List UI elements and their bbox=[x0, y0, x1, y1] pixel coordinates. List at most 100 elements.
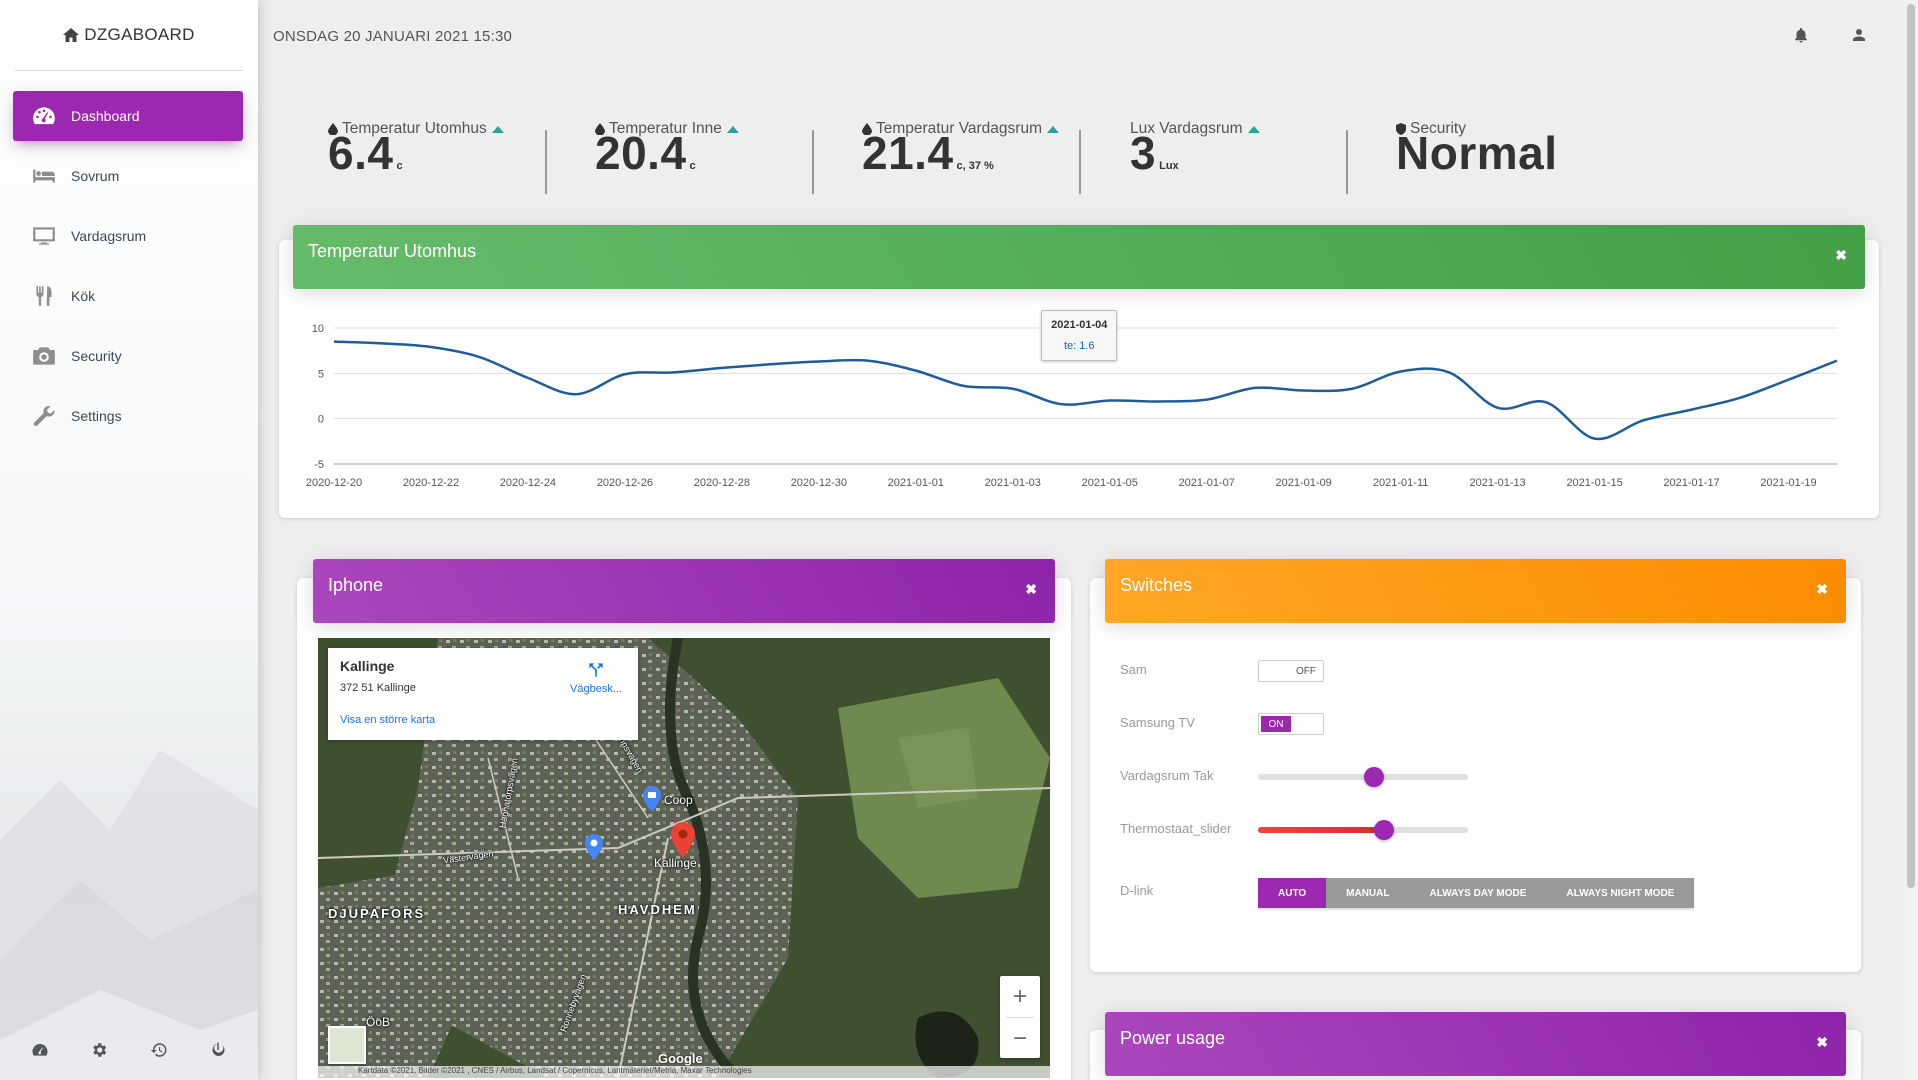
close-icon[interactable]: ✖ bbox=[1025, 581, 1037, 598]
y-tick-label: 0 bbox=[318, 414, 324, 426]
x-tick-label: 2020-12-26 bbox=[597, 477, 653, 489]
tooltip-date: 2021-01-04 bbox=[1051, 319, 1108, 331]
thermostaat-slider[interactable] bbox=[1258, 820, 1468, 840]
map-label-djupafors: DJUPAFORS bbox=[328, 906, 426, 921]
map-type-toggle[interactable] bbox=[328, 1026, 366, 1064]
sidebar-item-label: Vardagsrum bbox=[71, 228, 147, 244]
page-scrollbar[interactable] bbox=[1904, 0, 1918, 1080]
stat-unit: c bbox=[689, 160, 696, 172]
trend-up-icon bbox=[726, 125, 739, 133]
history-icon[interactable] bbox=[150, 1041, 168, 1059]
stat-value: 20.4 bbox=[595, 127, 687, 179]
sidebar-item-settings[interactable]: Settings bbox=[13, 391, 243, 441]
brand[interactable]: DZGABOARD bbox=[0, 0, 258, 70]
sidebar-nav: Dashboard Sovrum Vardagsrum Kök Security… bbox=[0, 91, 258, 441]
x-tick-label: 2020-12-20 bbox=[306, 477, 362, 489]
card-title: Power usage bbox=[1120, 1028, 1226, 1048]
stat-divider bbox=[1079, 130, 1081, 194]
stat-divider bbox=[1346, 130, 1348, 194]
slider-thumb[interactable] bbox=[1374, 820, 1394, 840]
samsung-tv-toggle[interactable]: ON bbox=[1258, 713, 1324, 735]
mode-day-button[interactable]: ALWAYS DAY MODE bbox=[1409, 878, 1547, 908]
zoom-out-button[interactable]: − bbox=[1000, 1018, 1040, 1059]
sam-toggle[interactable]: OFF bbox=[1258, 660, 1324, 682]
mode-manual-button[interactable]: MANUAL bbox=[1326, 878, 1410, 908]
slider-thumb[interactable] bbox=[1363, 767, 1384, 787]
directions-button[interactable]: Vägbesk... bbox=[570, 660, 622, 695]
vardagsrum-tak-slider[interactable] bbox=[1258, 767, 1468, 787]
sidebar-item-label: Dashboard bbox=[71, 108, 140, 124]
dashboard-icon bbox=[29, 101, 59, 131]
x-tick-label: 2021-01-15 bbox=[1566, 477, 1622, 489]
stat-temperatur-vardagsrum: Temperatur Vardagsrum 21.4 c, 37 % bbox=[862, 120, 1059, 176]
toggle-state: ON bbox=[1261, 716, 1291, 732]
x-tick-label: 2021-01-13 bbox=[1469, 477, 1525, 489]
stat-unit: c, 37 % bbox=[956, 160, 994, 172]
cutlery-icon bbox=[29, 281, 59, 311]
switches-card-header: Switches ✖ bbox=[1105, 559, 1846, 623]
dashboard-icon[interactable] bbox=[31, 1041, 49, 1059]
larger-map-link[interactable]: Visa en större karta bbox=[340, 714, 626, 726]
switches-card: Sam OFF Samsung TV ON Vardagsrum Tak The… bbox=[1090, 578, 1861, 972]
current-datetime: ONSDAG 20 JANUARI 2021 15:30 bbox=[273, 28, 513, 45]
x-tick-label: 2021-01-05 bbox=[1082, 477, 1138, 489]
switch-label: Thermostaat_slider bbox=[1120, 821, 1232, 836]
stat-unit: Lux bbox=[1159, 160, 1179, 172]
map-label-havdhem: HAVDHEM bbox=[618, 902, 697, 917]
monitor-icon bbox=[29, 221, 59, 251]
power-card-header: Power usage ✖ bbox=[1105, 1012, 1846, 1076]
shopping-pin-icon[interactable] bbox=[642, 786, 662, 812]
chart-tooltip: 2021-01-04 te: 1.6 bbox=[1041, 310, 1118, 361]
stat-lux-vardagsrum: Lux Vardagsrum 3 Lux bbox=[1130, 120, 1260, 176]
stat-temperatur-inne: Temperatur Inne 20.4 c bbox=[595, 120, 739, 176]
sidebar: DZGABOARD Dashboard Sovrum Vardagsrum Kö… bbox=[0, 0, 258, 1080]
map-marker-icon[interactable] bbox=[670, 822, 696, 858]
zoom-in-button[interactable]: + bbox=[1000, 976, 1040, 1017]
mode-night-button[interactable]: ALWAYS NIGHT MODE bbox=[1546, 878, 1695, 908]
mode-auto-button[interactable]: AUTO bbox=[1258, 878, 1327, 908]
user-icon[interactable] bbox=[1850, 26, 1868, 44]
x-tick-label: 2021-01-07 bbox=[1179, 477, 1235, 489]
map-label-coop: Coop bbox=[664, 793, 693, 807]
home-icon bbox=[63, 28, 80, 42]
map[interactable]: Coop Kallinge HAVDHEM DJUPAFORS Västervä… bbox=[318, 638, 1050, 1078]
brand-divider bbox=[15, 70, 243, 71]
x-tick-label: 2021-01-17 bbox=[1663, 477, 1719, 489]
map-info-popup: Kallinge 372 51 Kallinge Visa en större … bbox=[328, 648, 638, 740]
sidebar-item-kok[interactable]: Kök bbox=[13, 271, 243, 321]
scrollbar-thumb[interactable] bbox=[1907, 4, 1915, 888]
location-pin-icon[interactable] bbox=[584, 834, 604, 860]
x-tick-label: 2020-12-30 bbox=[791, 477, 847, 489]
sidebar-item-vardagsrum[interactable]: Vardagsrum bbox=[13, 211, 243, 261]
sidebar-item-sovrum[interactable]: Sovrum bbox=[13, 151, 243, 201]
switch-label: Sam bbox=[1120, 662, 1147, 677]
close-icon[interactable]: ✖ bbox=[1835, 247, 1847, 264]
card-title: Iphone bbox=[328, 575, 384, 595]
sidebar-item-label: Kök bbox=[71, 288, 96, 304]
trend-up-icon bbox=[1046, 125, 1059, 133]
tooltip-value: te: 1.6 bbox=[1063, 340, 1095, 352]
trend-up-icon bbox=[1247, 125, 1260, 133]
x-tick-label: 2021-01-03 bbox=[985, 477, 1041, 489]
power-icon[interactable] bbox=[209, 1041, 227, 1059]
toggle-state: OFF bbox=[1291, 663, 1321, 679]
close-icon[interactable]: ✖ bbox=[1816, 1034, 1828, 1051]
bell-icon[interactable] bbox=[1792, 26, 1810, 44]
sidebar-item-dashboard[interactable]: Dashboard bbox=[13, 91, 243, 141]
directions-icon bbox=[589, 663, 603, 677]
sidebar-item-security[interactable]: Security bbox=[13, 331, 243, 381]
gear-icon[interactable] bbox=[90, 1041, 108, 1059]
dlink-mode-buttons: AUTO MANUAL ALWAYS DAY MODE ALWAYS NIGHT… bbox=[1258, 878, 1695, 908]
sidebar-item-label: Settings bbox=[71, 408, 122, 424]
google-logo: Google bbox=[658, 1051, 703, 1066]
x-tick-label: 2020-12-22 bbox=[403, 477, 459, 489]
x-tick-label: 2021-01-19 bbox=[1760, 477, 1816, 489]
map-label-kallinge: Kallinge bbox=[654, 856, 697, 870]
card-title: Temperatur Utomhus bbox=[308, 241, 477, 261]
iphone-card: Coop Kallinge HAVDHEM DJUPAFORS Västervä… bbox=[297, 578, 1071, 1080]
mountain-background bbox=[0, 750, 258, 1080]
stat-value: Normal bbox=[1396, 127, 1558, 179]
close-icon[interactable]: ✖ bbox=[1816, 581, 1828, 598]
slider-fill bbox=[1258, 827, 1384, 833]
switch-label: D-link bbox=[1120, 883, 1154, 898]
